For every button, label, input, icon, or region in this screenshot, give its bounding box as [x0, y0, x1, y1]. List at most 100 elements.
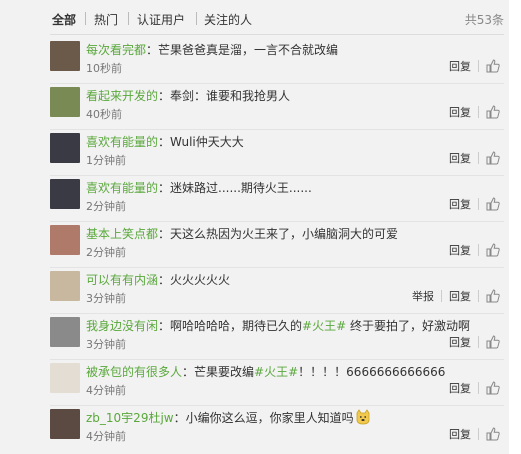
comment-item: 每次看完都：芒果爸爸真是溜，一言不合就改编 10秒前 回复 — [50, 37, 504, 84]
avatar[interactable] — [50, 41, 80, 71]
reply-button[interactable]: 回复 — [449, 104, 471, 120]
comment-text: 芒果要改编 — [194, 365, 255, 379]
tab-following[interactable]: 关注的人 — [204, 11, 252, 28]
thumbs-up-icon[interactable] — [486, 289, 500, 303]
comment-line: 每次看完都：芒果爸爸真是溜，一言不合就改编 — [86, 43, 339, 57]
action-separator — [478, 198, 479, 210]
comment-line: 看起来开发的：奉剑：谁要和我抢男人 — [86, 89, 291, 103]
report-button[interactable]: 举报 — [412, 288, 434, 304]
avatar[interactable] — [50, 363, 80, 393]
thumbs-up-icon[interactable] — [486, 59, 500, 73]
comment-actions: 举报 回复 — [412, 288, 500, 306]
comment-item: 被承包的有很多人：芒果要改编#火王#！！！！6666666666666 4分钟前… — [50, 359, 504, 406]
comment-text: 迷妹路过......期待火王...... — [170, 181, 312, 195]
comment-panel: 全部 热门 认证用户 关注的人 共53条 每次看完都：芒果爸爸真是溜，一言不合就… — [44, 0, 509, 454]
reply-button[interactable]: 回复 — [449, 380, 471, 396]
comment-actions: 回复 — [449, 196, 500, 214]
comment-username[interactable]: 我身边没有闲 — [86, 319, 158, 333]
comment-filter-tabs: 全部 热门 认证用户 关注的人 共53条 — [52, 11, 504, 31]
comment-item: 看起来开发的：奉剑：谁要和我抢男人 40秒前 回复 — [50, 83, 504, 130]
comment-line: 可以有有内涵：火火火火火 — [86, 273, 231, 287]
hashtag-link[interactable]: #火王# — [254, 365, 298, 379]
avatar[interactable] — [50, 87, 80, 117]
tab-hot[interactable]: 热门 — [94, 11, 118, 28]
thumbs-up-icon[interactable] — [486, 243, 500, 257]
comment-line: 基本上笑点都：天这么热因为火王来了，小编脑洞大的可爱 — [86, 227, 399, 241]
comment-username[interactable]: 基本上笑点都 — [86, 227, 158, 241]
comment-item: 基本上笑点都：天这么热因为火王来了，小编脑洞大的可爱 2分钟前 回复 — [50, 221, 504, 268]
action-separator — [478, 244, 479, 256]
comment-username[interactable]: 可以有有内涵 — [86, 273, 158, 287]
comment-line: 喜欢有能量的：迷妹路过......期待火王...... — [86, 181, 312, 195]
comment-time: 2分钟前 — [86, 246, 126, 259]
scrollbar[interactable] — [509, 0, 521, 454]
comment-time: 10秒前 — [86, 62, 122, 75]
comment-item: 喜欢有能量的：迷妹路过......期待火王...... 2分钟前 回复 — [50, 175, 504, 222]
action-separator — [478, 60, 479, 72]
comment-actions: 回复 — [449, 150, 500, 168]
avatar[interactable] — [50, 317, 80, 347]
comment-text: 奉剑：谁要和我抢男人 — [170, 89, 291, 103]
tab-separator — [85, 12, 86, 25]
comment-line: 喜欢有能量的：Wuli仲天大大 — [86, 135, 244, 149]
comment-username[interactable]: 每次看完都 — [86, 43, 146, 57]
comment-username[interactable]: 看起来开发的 — [86, 89, 158, 103]
comment-actions: 回复 — [449, 426, 500, 444]
thumbs-up-icon[interactable] — [486, 105, 500, 119]
thumbs-up-icon[interactable] — [486, 335, 500, 349]
action-separator — [478, 382, 479, 394]
comment-item: 喜欢有能量的：Wuli仲天大大 1分钟前 回复 — [50, 129, 504, 176]
comment-time: 4分钟前 — [86, 384, 126, 397]
avatar[interactable] — [50, 271, 80, 301]
comment-text: 天这么热因为火王来了，小编脑洞大的可爱 — [170, 227, 399, 241]
comment-text: 小编你这么逗，你家里人知道吗 — [185, 411, 354, 425]
reply-button[interactable]: 回复 — [449, 150, 471, 166]
comment-item: 可以有有内涵：火火火火火 3分钟前 举报 回复 — [50, 267, 504, 314]
comment-text: 芒果爸爸真是溜，一言不合就改编 — [158, 43, 339, 57]
comment-time: 3分钟前 — [86, 292, 126, 305]
reply-button[interactable]: 回复 — [449, 288, 471, 304]
comment-line: 我身边没有闲：啊哈哈哈哈，期待已久的#火王# 终于要拍了，好激动啊 — [86, 319, 470, 333]
comment-text: Wuli仲天大大 — [170, 135, 244, 149]
reply-button[interactable]: 回复 — [449, 242, 471, 258]
thumbs-up-icon[interactable] — [486, 151, 500, 165]
comment-username[interactable]: 喜欢有能量的 — [86, 135, 158, 149]
comment-line: 被承包的有很多人：芒果要改编#火王#！！！！6666666666666 — [86, 365, 446, 379]
avatar[interactable] — [50, 409, 80, 439]
avatar[interactable] — [50, 225, 80, 255]
action-separator — [441, 290, 442, 302]
comment-text: ！！！！6666666666666 — [298, 365, 446, 379]
action-separator — [478, 336, 479, 348]
tabs-divider — [50, 34, 504, 35]
reply-button[interactable]: 回复 — [449, 334, 471, 350]
comment-actions: 回复 — [449, 334, 500, 352]
comment-actions: 回复 — [449, 104, 500, 122]
comment-time: 4分钟前 — [86, 430, 126, 443]
thumbs-up-icon[interactable] — [486, 427, 500, 441]
avatar[interactable] — [50, 133, 80, 163]
tab-all[interactable]: 全部 — [52, 11, 76, 28]
comment-time: 3分钟前 — [86, 338, 126, 351]
action-separator — [478, 428, 479, 440]
comment-text: 啊哈哈哈哈，期待已久的 — [170, 319, 303, 333]
comment-actions: 回复 — [449, 242, 500, 260]
tab-separator — [196, 12, 197, 25]
comment-count: 共53条 — [464, 13, 504, 27]
thumbs-up-icon[interactable] — [486, 381, 500, 395]
reply-button[interactable]: 回复 — [449, 196, 471, 212]
doge-emoji-icon — [355, 409, 371, 425]
comment-username[interactable]: 被承包的有很多人 — [86, 365, 182, 379]
avatar[interactable] — [50, 179, 80, 209]
comment-time: 2分钟前 — [86, 200, 126, 213]
action-separator — [478, 106, 479, 118]
comment-username[interactable]: 喜欢有能量的 — [86, 181, 158, 195]
comment-username[interactable]: zb_10宇29杜jw — [86, 411, 174, 425]
comment-item: 我身边没有闲：啊哈哈哈哈，期待已久的#火王# 终于要拍了，好激动啊 3分钟前 回… — [50, 313, 504, 360]
comment-item: zb_10宇29杜jw：小编你这么逗，你家里人知道吗 4分钟前 回复 — [50, 405, 504, 451]
action-separator — [478, 290, 479, 302]
hashtag-link[interactable]: #火王# — [302, 319, 346, 333]
thumbs-up-icon[interactable] — [486, 197, 500, 211]
reply-button[interactable]: 回复 — [449, 426, 471, 442]
tab-verified-users[interactable]: 认证用户 — [137, 11, 185, 28]
reply-button[interactable]: 回复 — [449, 58, 471, 74]
